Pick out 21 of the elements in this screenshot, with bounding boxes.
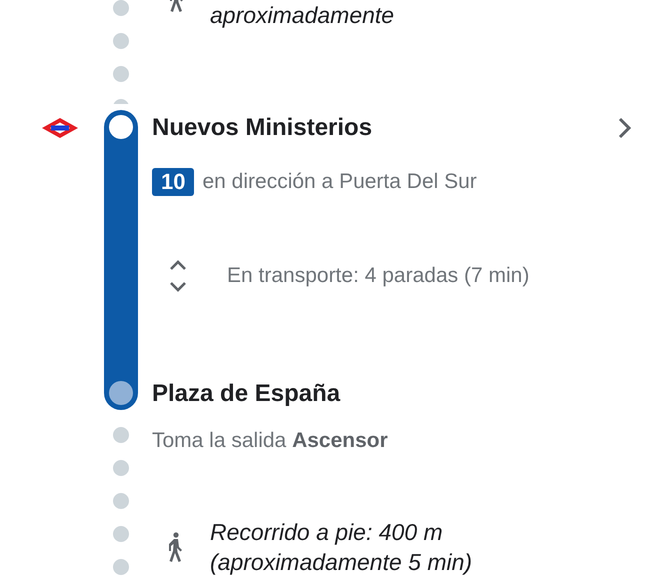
route-dot [113, 526, 129, 542]
route-dot [113, 460, 129, 476]
chevron-right-icon[interactable] [618, 117, 632, 139]
metro-logo-icon [41, 117, 79, 139]
walk-duration-text: Recorrido a pie: 400 m (aproximadamente 5 min) [210, 518, 472, 577]
arrival-stop: Plaza de España [152, 380, 340, 408]
route-dot [113, 33, 129, 49]
start-stop-marker [109, 115, 133, 139]
walk-duration-text: aproximadamente [210, 1, 394, 30]
ride-summary[interactable]: En transporte: 4 paradas (7 min) [227, 264, 530, 288]
route-dot [113, 559, 129, 575]
route-dot [113, 427, 129, 443]
route-dot [113, 493, 129, 509]
exit-instruction: Toma la salida Ascensor [152, 428, 389, 454]
line-badge: 10 [152, 168, 194, 196]
route-dot [113, 0, 129, 16]
expand-icon[interactable] [169, 259, 187, 293]
direction-text: en dirección a Puerta Del Sur [202, 170, 477, 194]
end-stop-marker [109, 381, 133, 405]
route-dot [113, 66, 129, 82]
departure-stop: Nuevos Ministerios [152, 114, 372, 142]
